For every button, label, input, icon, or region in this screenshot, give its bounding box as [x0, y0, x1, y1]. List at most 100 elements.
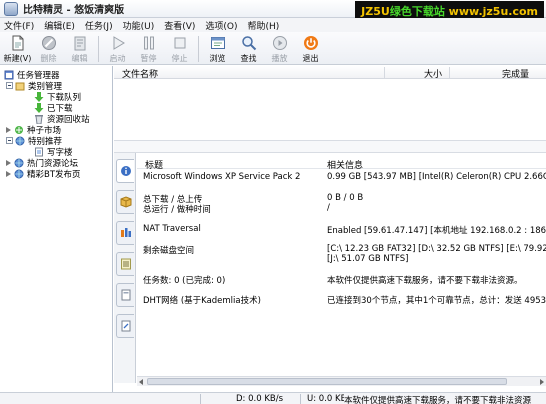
page-icon — [35, 147, 43, 156]
pause-icon — [143, 36, 154, 50]
header-info: 相关信息 — [327, 161, 364, 171]
downloaded-icon — [34, 102, 44, 113]
column-filename[interactable]: 文件名称 — [122, 67, 158, 80]
peers-icon — [120, 228, 131, 237]
tree-item-task-manager[interactable]: 任务管理器 — [4, 69, 60, 81]
tab-info[interactable] — [116, 159, 134, 183]
pause-label: 暂停 — [140, 54, 157, 63]
tree-item-bt-publish[interactable]: 精彩BT发布页 — [6, 168, 81, 180]
collapse-icon[interactable] — [6, 82, 13, 89]
detail-value: Enabled [59.61.47.147] [本机地址 192.168.0.2… — [327, 226, 546, 236]
app-icon — [4, 1, 18, 16]
pause-button[interactable]: 暂停 — [134, 32, 163, 65]
tab-log[interactable] — [116, 252, 134, 276]
detail-label: DHT网络 (基于Kademlia技术) — [143, 296, 261, 306]
stop-icon — [174, 37, 185, 49]
detail-value: 0 B / 0 B — [327, 193, 364, 203]
watermark-green-text: 绿色下载站 — [389, 5, 445, 18]
scroll-right-icon[interactable] — [540, 379, 544, 385]
horizontal-scrollbar[interactable] — [137, 376, 546, 386]
column-completed[interactable]: 完成量 — [502, 67, 529, 80]
edit-button[interactable]: 编辑 — [65, 32, 94, 65]
detail-value: 0.99 GB [543.97 MB] [Intel(R) Celeron(R)… — [327, 172, 546, 182]
title-bar: 比特精灵 - 悠饭清爽版 JZ5U绿色下载站 www.jz5u.com — [0, 0, 546, 19]
tab-pieces[interactable] — [116, 283, 134, 307]
download-arrow-icon — [34, 91, 44, 102]
task-tree: 任务管理器 类别管理 下载队列 已下载 资源回收站 种子市场 特别推荐 写字楼 … — [0, 66, 113, 392]
menu-file[interactable]: 文件(F) — [4, 19, 34, 32]
menu-edit[interactable]: 编辑(E) — [44, 19, 75, 32]
column-size[interactable]: 大小 — [424, 67, 442, 80]
delete-button[interactable]: 删除 — [34, 32, 63, 65]
new-file-icon — [12, 35, 23, 51]
watermark-banner: JZ5U绿色下载站 www.jz5u.com — [355, 1, 544, 19]
tree-item-seed-market[interactable]: 种子市场 — [6, 124, 61, 136]
play-label: 播放 — [271, 54, 288, 63]
doc-edit-icon — [121, 320, 130, 332]
tree-item-category[interactable]: 类别管理 — [6, 80, 62, 92]
exit-button[interactable]: 退出 — [296, 32, 325, 65]
detail-label: 剩余磁盘空间 — [143, 246, 195, 256]
menu-help[interactable]: 帮助(H) — [248, 19, 280, 32]
task-manager-icon — [4, 70, 14, 79]
play-triangle-icon — [113, 36, 125, 50]
scroll-thumb[interactable] — [147, 378, 507, 385]
menu-bar: 文件(F) 编辑(E) 任务(J) 功能(U) 查看(V) 选项(O) 帮助(H… — [0, 18, 546, 32]
globe-icon — [14, 169, 24, 178]
delete-icon — [41, 36, 56, 50]
stop-label: 停止 — [171, 54, 188, 63]
search-button[interactable]: 查找 — [234, 32, 263, 65]
log-list-icon — [120, 258, 131, 270]
detail-value: 本软件仅提供高速下载服务，请不要下载非法资源。 — [327, 276, 523, 286]
tree-item-download-queue[interactable]: 下载队列 — [34, 91, 81, 103]
detail-label: 总运行 / 做种时间 — [143, 205, 211, 215]
play-button[interactable]: 播放 — [265, 32, 294, 65]
menu-function[interactable]: 功能(U) — [123, 19, 155, 32]
column-divider[interactable] — [384, 67, 385, 78]
panel-splitter[interactable] — [114, 140, 546, 153]
header-title: 标题 — [145, 161, 164, 171]
tab-other[interactable] — [116, 314, 134, 338]
tab-peers[interactable] — [116, 221, 134, 245]
menu-task[interactable]: 任务(J) — [85, 19, 113, 32]
collapse-icon[interactable] — [6, 137, 13, 144]
tree-item-recycle[interactable]: 资源回收站 — [34, 113, 90, 125]
expand-arrow-icon[interactable] — [6, 126, 11, 133]
new-button[interactable]: 新建(V) — [3, 32, 32, 65]
category-icon — [15, 82, 25, 90]
tree-item-downloaded[interactable]: 已下载 — [34, 102, 73, 114]
detail-label: NAT Traversal — [143, 224, 201, 234]
start-label: 启动 — [109, 54, 126, 63]
new-label: 新建(V) — [3, 54, 32, 63]
detail-value: 已连接到30个节点，其中1个可靠节点，总计：发送 4953， — [327, 296, 546, 306]
status-divider — [200, 394, 201, 404]
start-button[interactable]: 启动 — [103, 32, 132, 65]
scroll-left-icon[interactable] — [139, 379, 143, 385]
tree-item-forum[interactable]: 热门资源论坛 — [6, 157, 78, 169]
watermark-prefix: JZ5U — [361, 5, 390, 18]
status-bar: D: 0.0 KB/s U: 0.0 KB/s 本软件仅提供高速下载服务，请不要… — [0, 392, 546, 404]
menu-options[interactable]: 选项(O) — [205, 19, 237, 32]
tab-files[interactable] — [116, 190, 134, 214]
expand-arrow-icon[interactable] — [6, 159, 11, 166]
column-divider[interactable] — [449, 67, 450, 78]
search-label: 查找 — [240, 54, 257, 63]
tree-item-xiezi[interactable]: 写字楼 — [34, 146, 73, 158]
file-list[interactable]: 文件名称 大小 完成量 — [114, 66, 546, 140]
detail-value: / — [327, 203, 330, 213]
toolbar-separator — [98, 36, 99, 62]
menu-view[interactable]: 查看(V) — [164, 19, 195, 32]
expand-arrow-icon[interactable] — [6, 170, 11, 177]
exit-label: 退出 — [302, 54, 319, 63]
detail-value: [C:\ 12.23 GB FAT32] [D:\ 32.52 GB NTFS]… — [327, 244, 546, 254]
stop-button[interactable]: 停止 — [165, 32, 194, 65]
download-speed: D: 0.0 KB/s — [236, 394, 284, 404]
details-panel: 标题 相关信息 Microsoft Windows XP Service Pac… — [137, 153, 546, 381]
browse-button[interactable]: 浏览 — [203, 32, 232, 65]
browse-label: 浏览 — [209, 54, 226, 63]
tree-item-special[interactable]: 特别推荐 — [6, 135, 62, 147]
delete-label: 删除 — [40, 54, 57, 63]
package-icon — [120, 196, 131, 208]
toolbar-separator — [198, 36, 199, 62]
toolbar: 新建(V) 删除 编辑 启动 暂停 停止 浏览 查找 播放 退出 — [0, 32, 546, 65]
